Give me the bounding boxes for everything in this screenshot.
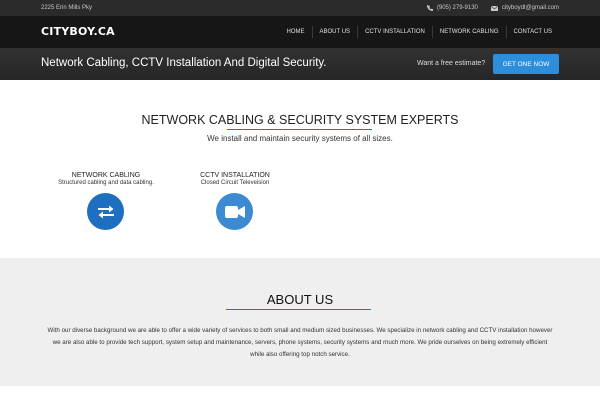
about-paragraph: With our diverse background we are able … <box>0 325 600 362</box>
services-heading: NETWORK CABLING & SECURITY SYSTEM EXPERT… <box>141 113 459 127</box>
get-one-now-button[interactable]: GET ONE NOW <box>493 54 559 74</box>
service-description: Structured cabling and data cabling. <box>58 180 154 186</box>
nav-item-network-cabling[interactable]: NETWORK CABLING <box>431 26 506 38</box>
nav-item-home[interactable]: HOME <box>280 26 312 38</box>
hero-banner: Network Cabling, CCTV Installation And D… <box>0 48 600 80</box>
exchange-arrows-icon[interactable] <box>87 193 124 230</box>
email-link[interactable]: cityboydt@gmail.com <box>502 5 559 11</box>
about-section: ABOUT US With our diverse background we … <box>0 258 600 386</box>
address-text: 2225 Erin Mills Pky <box>41 5 93 11</box>
services-section: NETWORK CABLING & SECURITY SYSTEM EXPERT… <box>0 80 600 258</box>
envelope-icon <box>490 5 498 11</box>
heading-underline <box>227 129 372 130</box>
banner-title: Network Cabling, CCTV Installation And D… <box>41 57 327 69</box>
about-line: we are also able to provide tech support… <box>52 339 548 347</box>
nav-item-contact-us[interactable]: CONTACT US <box>505 26 559 38</box>
about-line: while also offering top notch service. <box>250 351 350 359</box>
about-line: With our diverse background we are able … <box>47 327 553 334</box>
service-title: NETWORK CABLING <box>71 172 141 179</box>
nav-item-about-us[interactable]: ABOUT US <box>311 26 358 38</box>
video-camera-icon[interactable] <box>216 193 253 230</box>
page-bottom-strip <box>0 386 600 400</box>
heading-underline <box>226 309 371 310</box>
nav-menu: HOME ABOUT US CCTV INSTALLATION NETWORK … <box>280 16 560 48</box>
phone-number[interactable]: (905) 279-9130 <box>437 5 478 11</box>
service-description: Closed Circuit Televeision <box>200 180 270 186</box>
estimate-prompt: Want a free estimate? <box>417 60 486 67</box>
phone-icon <box>426 5 433 11</box>
service-title: CCTV INSTALLATION <box>200 172 270 179</box>
about-heading: ABOUT US <box>266 292 334 307</box>
site-logo[interactable]: CITYBOY.CA <box>41 25 115 38</box>
services-subheading: We install and maintain security systems… <box>207 134 393 143</box>
top-utility-bar: 2225 Erin Mills Pky (905) 279-9130 cityb… <box>0 0 600 16</box>
main-navbar: CITYBOY.CA HOME ABOUT US CCTV INSTALLATI… <box>0 16 600 48</box>
service-network-cabling: NETWORK CABLING Structured cabling and d… <box>46 172 166 186</box>
contact-info: (905) 279-9130 cityboydt@gmail.com <box>426 5 559 11</box>
nav-item-cctv-installation[interactable]: CCTV INSTALLATION <box>357 26 432 38</box>
service-cctv-installation: CCTV INSTALLATION Closed Circuit Televei… <box>175 172 295 186</box>
